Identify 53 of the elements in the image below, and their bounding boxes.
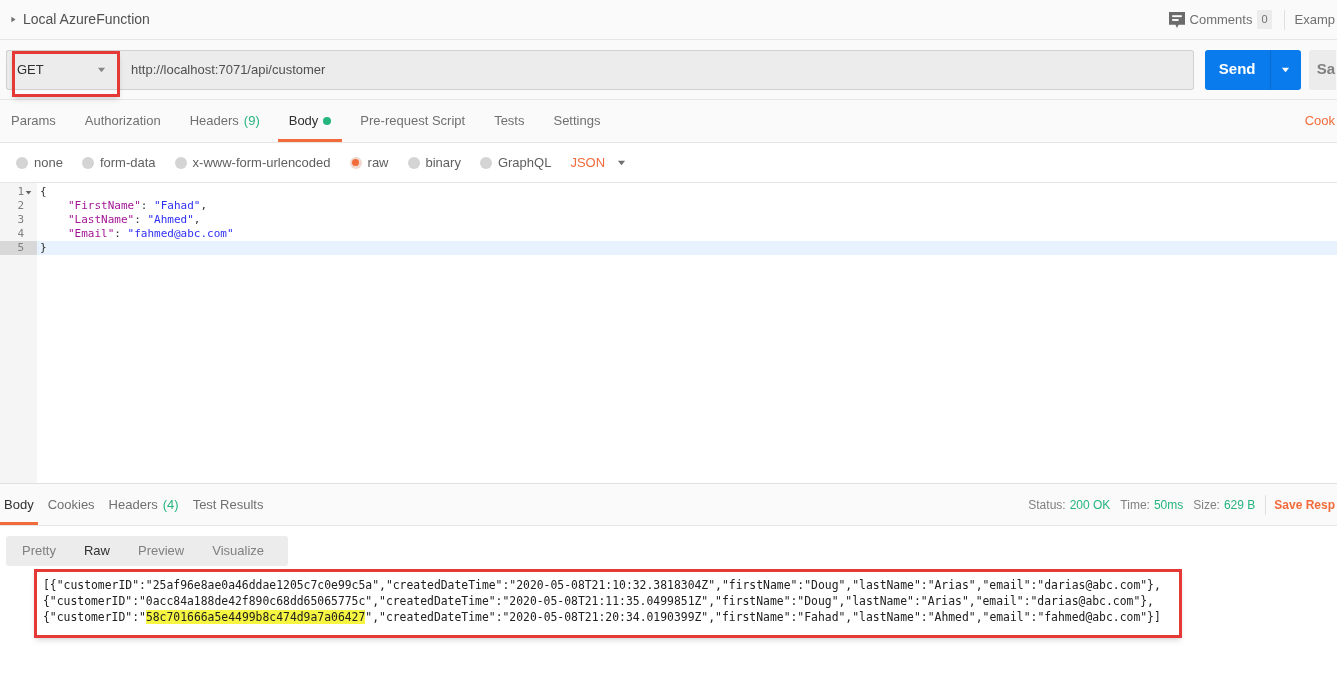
- meta-label: Size:: [1193, 496, 1220, 514]
- response-line: {"customerID":"0acc84a188de42f890c68dd65065775c","createdDateTime":"2020-05-08T21:11:35.0499851Z","firstName":"Doug","lastName":"Arias","email":"darias@abc.com"},: [43, 593, 1155, 609]
- collection-title[interactable]: Local AzureFunction: [23, 9, 150, 30]
- code-line: "Email": "fahmed@abc.com": [67, 225, 234, 242]
- view-mode-tab[interactable]: Visualize: [202, 536, 275, 566]
- request-tab[interactable]: Pre-request Script: [349, 100, 477, 142]
- caret-icon: [617, 158, 627, 167]
- save-button[interactable]: Sa: [1308, 49, 1336, 90]
- request-tab[interactable]: Headers (9): [178, 100, 271, 142]
- line-number: 4: [17, 225, 24, 242]
- code-line: "FirstName": "Fahad",: [67, 197, 208, 214]
- meta-value: 629 B: [1223, 496, 1256, 514]
- body-type-radio[interactable]: raw: [349, 152, 389, 173]
- line-number: 5: [17, 239, 24, 256]
- body-type-radio[interactable]: form-data: [81, 152, 156, 173]
- response-tab[interactable]: Body: [0, 484, 38, 525]
- line-number: 1: [17, 183, 24, 200]
- save-response-link[interactable]: Save Resp: [1274, 495, 1335, 514]
- response-line: {"customerID":"58c701666a5e4499b8c474d9a7a06427","createdDateTime":"2020-05-08T21:20:34.0190399Z","firstName":"Fahad","lastName":"Ahmed","email":"fahmed@abc.com"}]: [43, 609, 1161, 625]
- expand-triangle-icon: [10, 15, 17, 24]
- format-dropdown[interactable]: JSON: [570, 152, 627, 173]
- view-mode-tab[interactable]: Preview: [128, 536, 195, 566]
- response-tab[interactable]: Headers (4): [104, 484, 183, 525]
- meta-label: Status:: [1028, 496, 1066, 514]
- line-number: 3: [17, 211, 24, 228]
- line-number: 2: [17, 197, 24, 214]
- comment-icon: [1168, 11, 1185, 28]
- response-tab[interactable]: Cookies: [43, 484, 99, 525]
- response-tab[interactable]: Test Results: [188, 484, 268, 525]
- meta-value: 200 OK: [1069, 496, 1111, 514]
- request-tab[interactable]: Body: [277, 100, 343, 142]
- examples-link[interactable]: Examp: [1294, 9, 1335, 30]
- cookies-link[interactable]: Cook: [1304, 111, 1335, 131]
- code-line: {: [40, 183, 47, 200]
- meta-value: 50ms: [1153, 496, 1184, 514]
- response-line: [{"customerID":"25af96e8ae0a46ddae1205c7c0e99c5a","createdDateTime":"2020-05-08T21:10:32.3818304Z","firstName":"Doug","lastName":"Arias","email":"darias@abc.com"},: [43, 577, 1161, 593]
- code-line: }: [40, 239, 47, 256]
- request-tab[interactable]: Settings: [542, 100, 612, 142]
- request-tab[interactable]: Tests: [483, 100, 536, 142]
- body-type-radio[interactable]: binary: [407, 152, 461, 173]
- body-type-radio[interactable]: x-www-form-urlencoded: [174, 152, 331, 173]
- comments-label[interactable]: Comments: [1189, 9, 1253, 30]
- view-mode-tab[interactable]: Raw: [73, 536, 120, 566]
- body-type-radio[interactable]: GraphQL: [479, 152, 552, 173]
- view-mode-tab[interactable]: Pretty: [12, 536, 66, 566]
- code-line: "LastName": "Ahmed",: [67, 211, 201, 228]
- body-type-radio[interactable]: none: [16, 152, 63, 173]
- comments-count: 0: [1257, 10, 1272, 29]
- fold-caret-icon: [25, 188, 32, 196]
- request-tab[interactable]: Authorization: [73, 100, 172, 142]
- meta-label: Time:: [1120, 496, 1150, 514]
- caret-icon: [1281, 65, 1291, 74]
- request-tab[interactable]: Params: [0, 100, 67, 142]
